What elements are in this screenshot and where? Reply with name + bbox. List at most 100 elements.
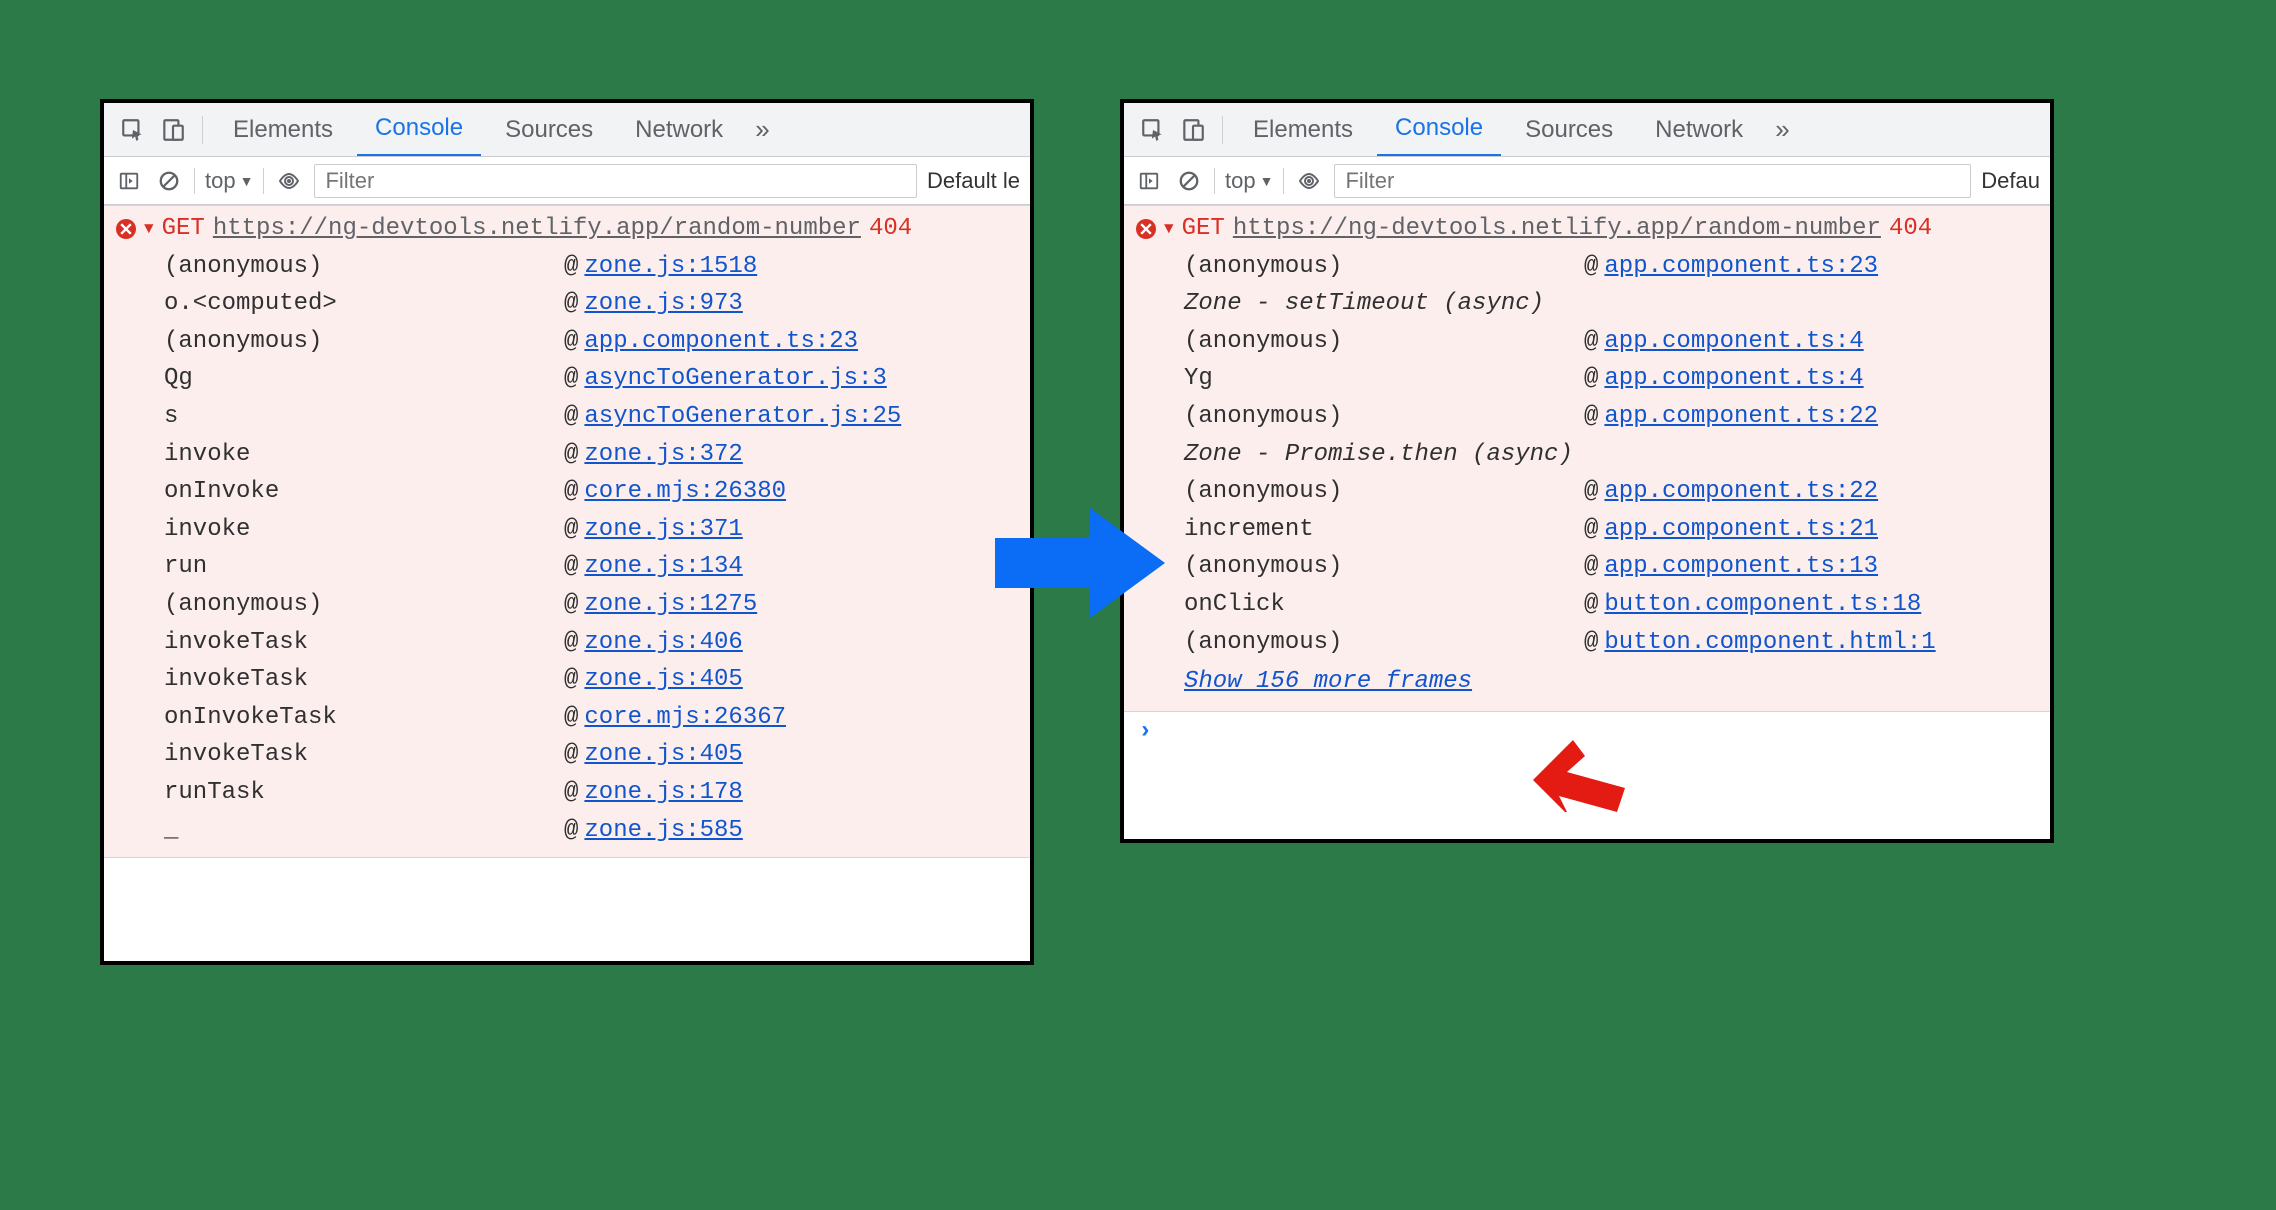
log-level-selector[interactable]: Defau: [1981, 168, 2040, 194]
tab-console[interactable]: Console: [357, 103, 481, 157]
stack-function: invokeTask: [164, 663, 564, 697]
tab-sources[interactable]: Sources: [487, 103, 611, 157]
clear-console-icon[interactable]: [154, 166, 184, 196]
stack-function: (anonymous): [164, 250, 564, 284]
source-link[interactable]: zone.js:406: [584, 626, 742, 660]
tab-network[interactable]: Network: [1637, 103, 1761, 157]
tab-elements[interactable]: Elements: [1235, 103, 1371, 157]
stack-function: invoke: [164, 513, 564, 547]
stack-function: Qg: [164, 362, 564, 396]
stack-function: onInvoke: [164, 475, 564, 509]
source-link[interactable]: zone.js:973: [584, 287, 742, 321]
source-link[interactable]: app.component.ts:4: [1604, 325, 1863, 359]
http-method: GET: [1182, 212, 1225, 246]
context-selector[interactable]: top ▼: [1225, 168, 1273, 194]
context-label: top: [1225, 168, 1256, 194]
source-link[interactable]: zone.js:1518: [584, 250, 757, 284]
expand-triangle-icon[interactable]: ▼: [1164, 218, 1174, 240]
source-link[interactable]: zone.js:372: [584, 438, 742, 472]
source-link[interactable]: app.component.ts:4: [1604, 362, 1863, 396]
at-symbol: @: [1584, 325, 1598, 359]
stack-function: invokeTask: [164, 738, 564, 772]
device-toolbar-icon[interactable]: [156, 113, 190, 147]
source-link[interactable]: button.component.html:1: [1604, 626, 1935, 660]
source-link[interactable]: app.component.ts:21: [1604, 513, 1878, 547]
source-link[interactable]: zone.js:405: [584, 738, 742, 772]
clear-console-icon[interactable]: [1174, 166, 1204, 196]
inspect-element-icon[interactable]: [116, 113, 150, 147]
stack-frame: Qg@asyncToGenerator.js:3: [104, 360, 1030, 398]
live-expression-icon[interactable]: [1294, 166, 1324, 196]
more-tabs-icon[interactable]: »: [747, 114, 777, 145]
stack-frame: runTask@zone.js:178: [104, 774, 1030, 812]
chevron-down-icon: ▼: [240, 173, 254, 189]
devtools-tabbar: Elements Console Sources Network »: [104, 103, 1030, 157]
request-url[interactable]: https://ng-devtools.netlify.app/random-n…: [213, 212, 861, 246]
at-symbol: @: [1584, 362, 1598, 396]
stack-function: onInvokeTask: [164, 701, 564, 735]
stack-frame: onClick@button.component.ts:18: [1124, 586, 2050, 624]
source-link[interactable]: core.mjs:26380: [584, 475, 786, 509]
at-symbol: @: [564, 362, 578, 396]
stack-frame: invokeTask@zone.js:405: [104, 661, 1030, 699]
stack-function: (anonymous): [1184, 475, 1584, 509]
source-link[interactable]: zone.js:1275: [584, 588, 757, 622]
source-link[interactable]: zone.js:178: [584, 776, 742, 810]
http-method: GET: [162, 212, 205, 246]
source-link[interactable]: zone.js:371: [584, 513, 742, 547]
blue-arrow-annotation: [995, 508, 1165, 618]
at-symbol: @: [564, 250, 578, 284]
stack-function: invokeTask: [164, 626, 564, 660]
source-link[interactable]: asyncToGenerator.js:25: [584, 400, 901, 434]
zone-async-label: Zone - Promise.then (async): [1124, 436, 2050, 474]
stack-function: onClick: [1184, 588, 1584, 622]
source-link[interactable]: button.component.ts:18: [1604, 588, 1921, 622]
show-more-frames[interactable]: Show 156 more frames: [1124, 661, 2050, 703]
at-symbol: @: [564, 776, 578, 810]
divider: [1214, 168, 1215, 194]
error-header[interactable]: ▼ GET https://ng-devtools.netlify.app/ra…: [104, 210, 1030, 248]
source-link[interactable]: app.component.ts:22: [1604, 400, 1878, 434]
request-url[interactable]: https://ng-devtools.netlify.app/random-n…: [1233, 212, 1881, 246]
stack-frame: onInvokeTask@core.mjs:26367: [104, 699, 1030, 737]
source-link[interactable]: zone.js:585: [584, 814, 742, 848]
context-selector[interactable]: top ▼: [205, 168, 253, 194]
source-link[interactable]: core.mjs:26367: [584, 701, 786, 735]
at-symbol: @: [1584, 475, 1598, 509]
stack-frame: (anonymous)@zone.js:1275: [104, 586, 1030, 624]
tab-network[interactable]: Network: [617, 103, 741, 157]
show-more-link[interactable]: Show 156 more frames: [1184, 668, 1472, 695]
source-link[interactable]: asyncToGenerator.js:3: [584, 362, 886, 396]
filter-input[interactable]: [314, 164, 917, 198]
source-link[interactable]: app.component.ts:13: [1604, 550, 1878, 584]
device-toolbar-icon[interactable]: [1176, 113, 1210, 147]
more-tabs-icon[interactable]: »: [1767, 114, 1797, 145]
tab-console[interactable]: Console: [1377, 103, 1501, 157]
stack-function: increment: [1184, 513, 1584, 547]
stack-function: invoke: [164, 438, 564, 472]
tab-elements[interactable]: Elements: [215, 103, 351, 157]
source-link[interactable]: app.component.ts:23: [584, 325, 858, 359]
stack-frame: (anonymous)@app.component.ts:23: [104, 323, 1030, 361]
divider: [1222, 116, 1223, 144]
divider: [194, 168, 195, 194]
stack-frame: run@zone.js:134: [104, 548, 1030, 586]
filter-input[interactable]: [1334, 164, 1971, 198]
source-link[interactable]: zone.js:405: [584, 663, 742, 697]
inspect-element-icon[interactable]: [1136, 113, 1170, 147]
source-link[interactable]: app.component.ts:22: [1604, 475, 1878, 509]
tab-sources[interactable]: Sources: [1507, 103, 1631, 157]
stack-frame: _@zone.js:585: [104, 812, 1030, 850]
stack-frame: invokeTask@zone.js:406: [104, 624, 1030, 662]
stack-function: o.<computed>: [164, 287, 564, 321]
stack-frame: onInvoke@core.mjs:26380: [104, 473, 1030, 511]
live-expression-icon[interactable]: [274, 166, 304, 196]
at-symbol: @: [564, 738, 578, 772]
log-level-selector[interactable]: Default le: [927, 168, 1020, 194]
source-link[interactable]: app.component.ts:23: [1604, 250, 1878, 284]
toggle-sidebar-icon[interactable]: [114, 166, 144, 196]
toggle-sidebar-icon[interactable]: [1134, 166, 1164, 196]
source-link[interactable]: zone.js:134: [584, 550, 742, 584]
error-header[interactable]: ▼ GET https://ng-devtools.netlify.app/ra…: [1124, 210, 2050, 248]
expand-triangle-icon[interactable]: ▼: [144, 218, 154, 240]
